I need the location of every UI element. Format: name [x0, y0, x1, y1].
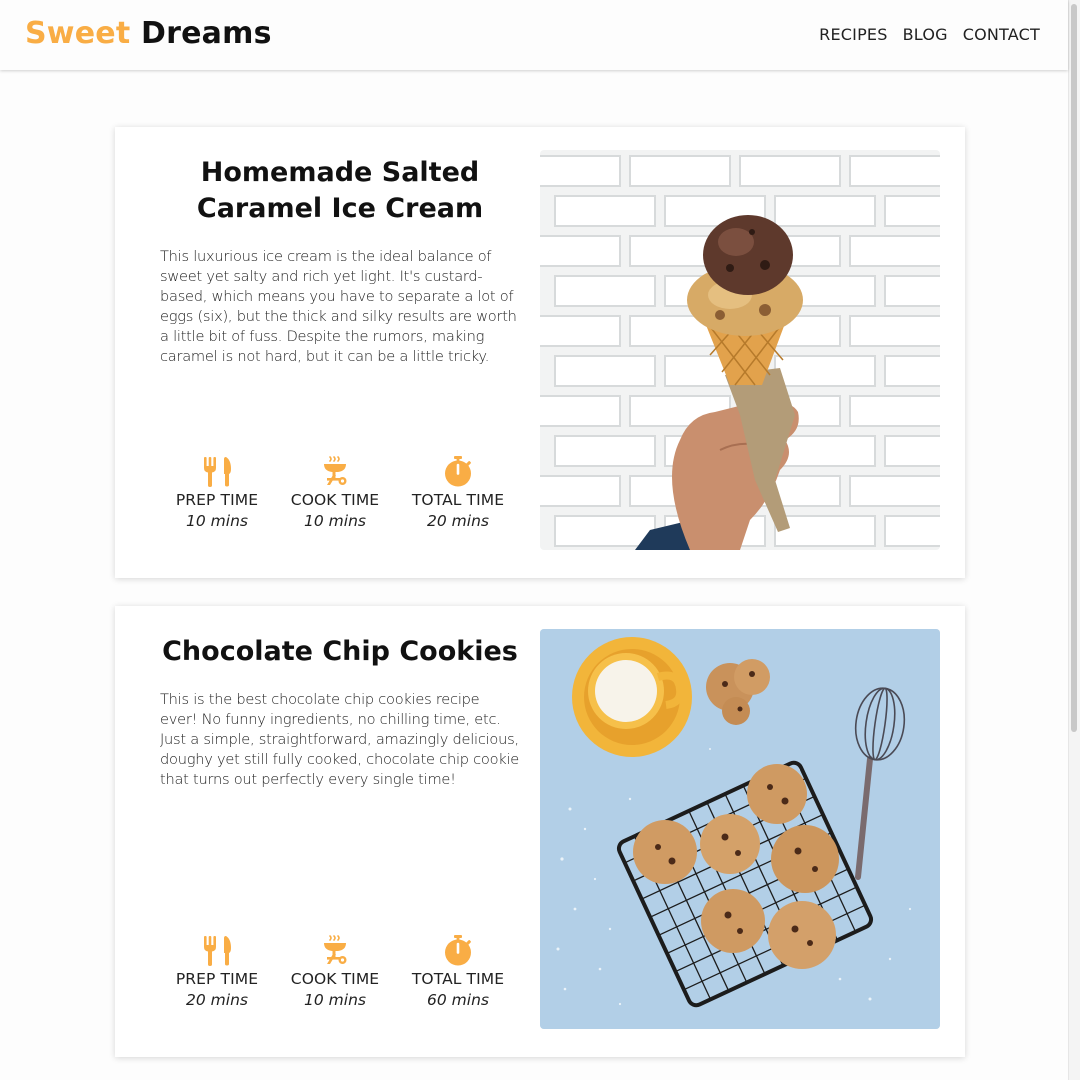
stat-value: 60 mins [427, 991, 489, 1009]
stat-cook-time: COOK TIME 10 mins [275, 934, 395, 1009]
nav-link-blog[interactable]: BLOG [903, 25, 948, 44]
logo-word-dreams: Dreams [141, 16, 272, 51]
scrollbar-thumb[interactable] [1071, 4, 1077, 732]
site-logo[interactable]: Sweet Dreams [25, 16, 272, 51]
recipe-card[interactable]: Homemade Salted Caramel Ice Cream This l… [115, 127, 965, 578]
nav-link-contact[interactable]: CONTACT [963, 25, 1040, 44]
stat-label: COOK TIME [290, 970, 380, 988]
stat-label: PREP TIME [175, 491, 259, 509]
recipe-text: Chocolate Chip Cookies This is the best … [160, 606, 520, 1057]
stat-label: COOK TIME [290, 491, 380, 509]
grill-icon [324, 935, 347, 964]
nav-link-recipes[interactable]: RECIPES [819, 25, 887, 44]
cookies-photo[interactable] [540, 629, 940, 1029]
stat-cook-time: COOK TIME 10 mins [275, 455, 395, 530]
stat-label: TOTAL TIME [411, 970, 505, 988]
stat-value: 10 mins [304, 991, 366, 1009]
stat-value: 20 mins [427, 512, 489, 530]
recipe-title[interactable]: Homemade Salted Caramel Ice Cream [160, 155, 520, 227]
stat-label: PREP TIME [175, 970, 259, 988]
stat-prep-time: PREP TIME 10 mins [157, 455, 277, 530]
stopwatch-icon [445, 456, 471, 487]
stat-prep-time: PREP TIME 20 mins [157, 934, 277, 1009]
stat-value: 10 mins [186, 512, 248, 530]
stopwatch-icon [445, 935, 471, 966]
grill-icon [324, 456, 347, 485]
recipe-stats: PREP TIME 10 mins COOK TIME 10 mins TOTA… [160, 455, 520, 545]
stat-value: 20 mins [186, 991, 248, 1009]
recipe-text: Homemade Salted Caramel Ice Cream This l… [160, 127, 520, 578]
ice-cream-photo[interactable] [540, 150, 940, 550]
recipe-description: This is the best chocolate chip cookies … [160, 691, 520, 788]
stat-label: TOTAL TIME [411, 491, 505, 509]
logo-word-sweet: Sweet [25, 16, 131, 51]
recipe-card[interactable]: Chocolate Chip Cookies This is the best … [115, 606, 965, 1057]
fork-knife-icon [204, 936, 231, 966]
stat-total-time: TOTAL TIME 20 mins [398, 455, 518, 530]
stat-total-time: TOTAL TIME 60 mins [398, 934, 518, 1009]
recipe-description: This luxurious ice cream is the ideal ba… [160, 248, 517, 365]
main-nav: RECIPES BLOG CONTACT [819, 25, 1040, 44]
fork-knife-icon [204, 457, 231, 487]
stat-value: 10 mins [304, 512, 366, 530]
site-header: Sweet Dreams RECIPES BLOG CONTACT [0, 0, 1068, 70]
recipe-title[interactable]: Chocolate Chip Cookies [160, 634, 520, 670]
recipe-stats: PREP TIME 20 mins COOK TIME 10 mins TOTA… [160, 934, 520, 1024]
page-scrollbar[interactable] [1068, 0, 1080, 1080]
